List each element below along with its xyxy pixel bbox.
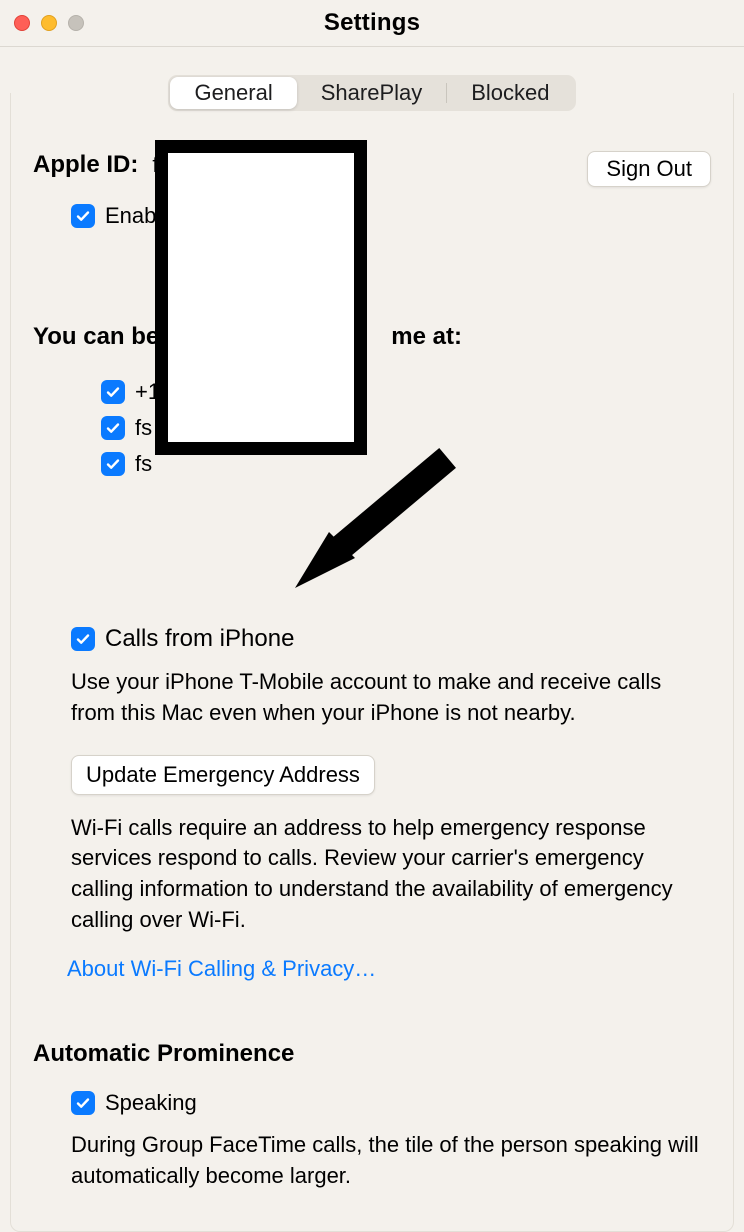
reachable-checkbox-2[interactable] (101, 452, 125, 476)
reachable-label-1: fs (135, 415, 152, 441)
calls-from-iphone-section: Calls from iPhone Use your iPhone T-Mobi… (33, 625, 711, 982)
calls-from-iphone-label: Calls from iPhone (105, 625, 294, 653)
apple-id-label-wrap: Apple ID: f (33, 151, 158, 179)
wifi-calling-privacy-link[interactable]: About Wi-Fi Calling & Privacy… (67, 956, 376, 982)
apple-id-row: Apple ID: f Sign Out (33, 151, 711, 187)
speaking-checkbox[interactable] (71, 1091, 95, 1115)
apple-id-label: Apple ID: (33, 151, 138, 179)
reachable-label-2: fs (135, 451, 152, 477)
reachable-heading: You can be me at: (33, 323, 711, 351)
calls-from-iphone-row: Calls from iPhone (71, 625, 711, 653)
check-icon (105, 456, 121, 472)
check-icon (105, 384, 121, 400)
check-icon (105, 420, 121, 436)
reachable-heading-prefix: You can be (33, 323, 159, 351)
sign-out-button[interactable]: Sign Out (587, 151, 711, 187)
reachable-checkbox-0[interactable] (101, 380, 125, 404)
window-title: Settings (0, 9, 744, 37)
speaking-label: Speaking (105, 1090, 197, 1116)
calls-from-iphone-checkbox[interactable] (71, 627, 95, 651)
settings-panel: Apple ID: f Sign Out Enab You can be me … (10, 93, 734, 1232)
automatic-prominence-section: Automatic Prominence Speaking During Gro… (33, 1040, 711, 1192)
automatic-prominence-heading: Automatic Prominence (33, 1040, 711, 1068)
check-icon (75, 1095, 91, 1111)
titlebar: Settings (0, 0, 744, 47)
annotation-arrow-icon (295, 443, 470, 588)
enable-account-checkbox[interactable] (71, 204, 95, 228)
calls-description: Use your iPhone T-Mobile account to make… (71, 667, 711, 729)
redaction-overlay (155, 140, 367, 455)
speaking-description: During Group FaceTime calls, the tile of… (71, 1130, 711, 1192)
enable-account-label: Enab (105, 203, 156, 229)
wifi-calls-description: Wi-Fi calls require an address to help e… (71, 813, 711, 936)
reachable-heading-suffix: me at: (391, 323, 462, 351)
update-emergency-address-button[interactable]: Update Emergency Address (71, 755, 375, 795)
speaking-row: Speaking (71, 1090, 711, 1116)
check-icon (75, 631, 91, 647)
reachable-checkbox-1[interactable] (101, 416, 125, 440)
check-icon (75, 208, 91, 224)
